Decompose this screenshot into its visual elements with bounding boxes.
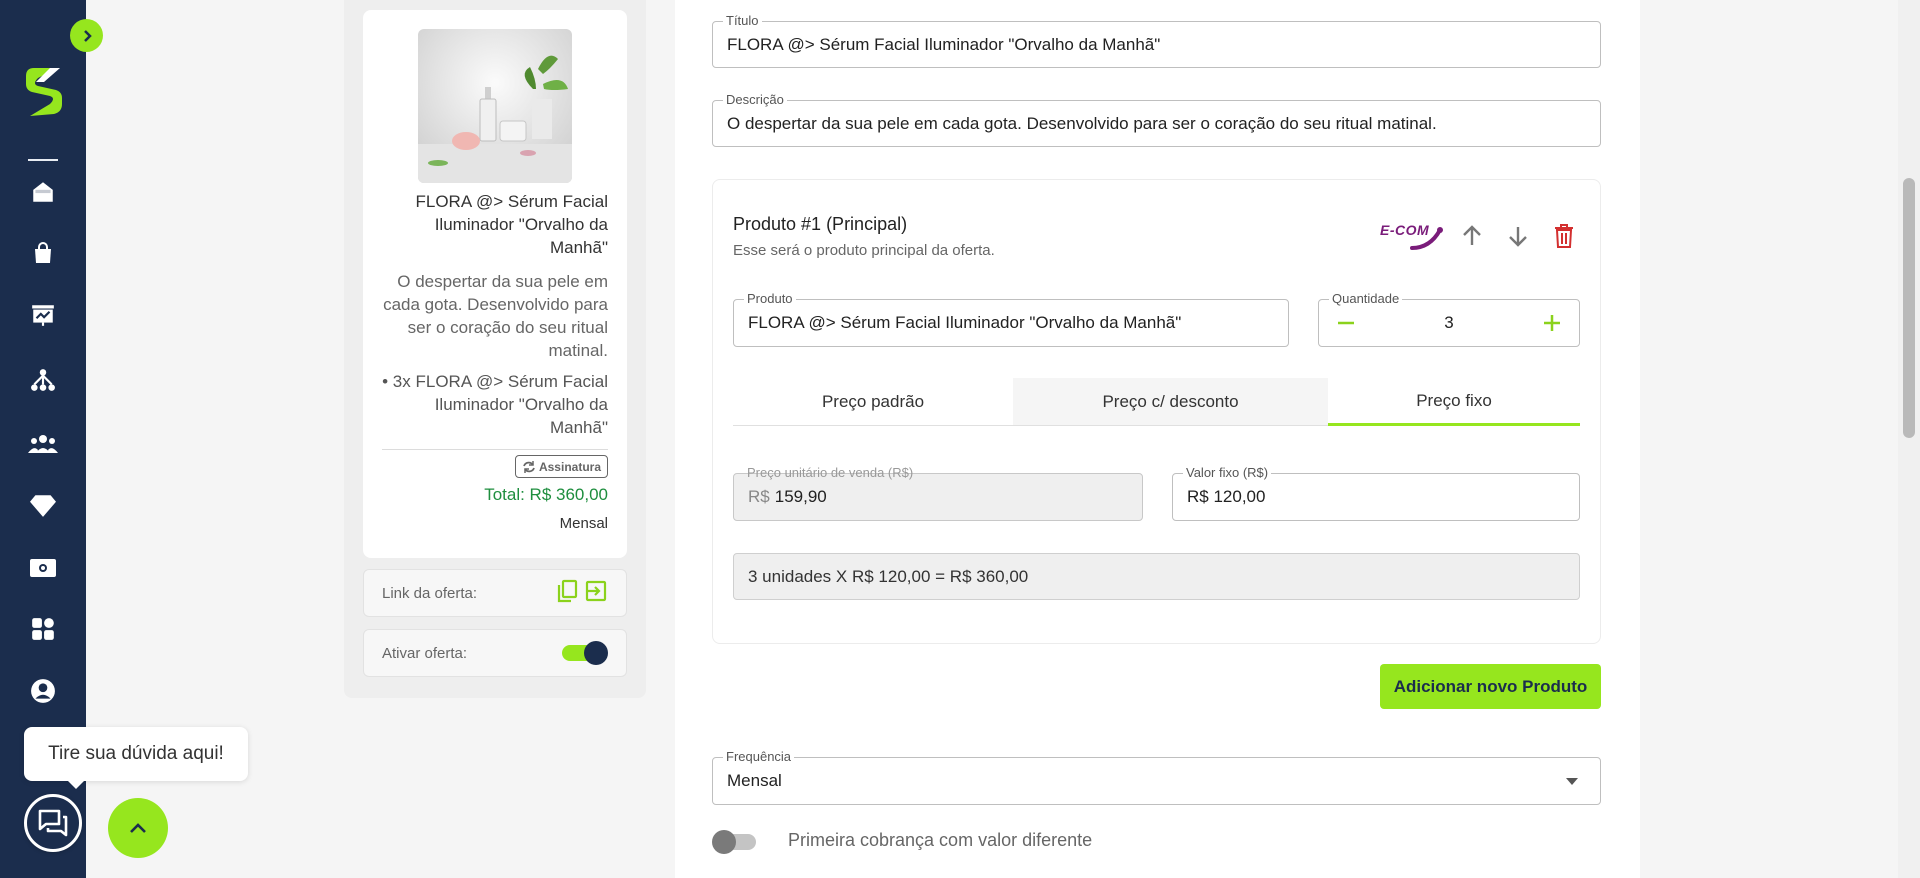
preview-items: • 3x FLORA @> Sérum Facial Iluminador "O…	[382, 372, 608, 437]
sidebar-item-dashboard[interactable]	[25, 297, 61, 333]
price-summary: 3 unidades X R$ 120,00 = R$ 360,00	[733, 553, 1580, 600]
page-scrollbar[interactable]	[1898, 0, 1920, 878]
subscription-badge-label: Assinatura	[538, 459, 601, 474]
sidebar-item-home[interactable]	[25, 174, 61, 210]
move-down-button[interactable]	[1502, 220, 1534, 252]
sidebar-expand-button[interactable]	[70, 19, 103, 52]
preview-title: FLORA @> Sérum Facial Iluminador "Orvalh…	[415, 192, 608, 257]
dropdown-arrow-icon	[1566, 778, 1578, 785]
unit-price-value: 159,90	[774, 487, 827, 506]
trash-icon	[1555, 224, 1573, 248]
sidebar-item-users[interactable]	[25, 425, 61, 461]
product-image	[418, 29, 572, 183]
frequency-value: Mensal	[727, 771, 782, 790]
preview-divider	[382, 449, 608, 450]
price-type-tabs: Preço padrão Preço c/ desconto Preço fix…	[733, 378, 1580, 426]
quantity-stepper: Quantidade 3	[1318, 291, 1580, 347]
open-external-icon	[585, 580, 607, 602]
ecom-logo: E-COM	[1380, 220, 1443, 252]
activate-offer-label: Ativar oferta:	[382, 644, 468, 662]
scrollbar-thumb[interactable]	[1903, 178, 1915, 438]
copy-link-button[interactable]	[556, 579, 578, 607]
chat-icon	[38, 809, 68, 837]
sidebar-item-network[interactable]	[25, 362, 61, 398]
fixed-value-field[interactable]: Valor fixo (R$) R$ 120,00	[1172, 465, 1580, 521]
add-product-button[interactable]: Adicionar novo Produto	[1380, 664, 1601, 709]
chevron-right-icon	[83, 29, 92, 42]
offer-link-row: Link da oferta:	[363, 569, 627, 617]
unit-price-field: Preço unitário de venda (R$) R$ 159,90	[733, 465, 1143, 521]
quantity-increase-button[interactable]	[1539, 310, 1565, 336]
sidebar-divider	[28, 159, 58, 161]
brand-logo	[26, 68, 62, 116]
sidebar-item-apps[interactable]	[25, 611, 61, 647]
first-charge-toggle[interactable]	[712, 830, 758, 854]
sidebar-item-account[interactable]	[25, 673, 61, 709]
product-subheading: Esse será o produto principal da oferta.	[733, 242, 995, 259]
offer-preview-panel: FLORA @> Sérum Facial Iluminador "Orvalh…	[344, 0, 646, 698]
help-tooltip: Tire sua dúvida aqui!	[24, 727, 248, 789]
home-icon	[33, 182, 53, 202]
scroll-to-top-button[interactable]	[108, 798, 168, 858]
dashboard-chart-icon	[32, 305, 54, 326]
tab-discount-price[interactable]: Preço c/ desconto	[1013, 378, 1328, 425]
offer-form: Título FLORA @> Sérum Facial Iluminador …	[675, 0, 1640, 878]
shopping-bag-icon	[35, 242, 51, 263]
title-field-value: FLORA @> Sérum Facial Iluminador "Orvalh…	[727, 34, 1161, 54]
activate-offer-toggle[interactable]	[562, 641, 608, 665]
title-field[interactable]: Título FLORA @> Sérum Facial Iluminador …	[712, 13, 1601, 68]
preview-frequency: Mensal	[559, 515, 608, 532]
tab-fixed-price[interactable]: Preço fixo	[1328, 378, 1580, 426]
chevron-up-icon	[130, 823, 146, 833]
move-up-button[interactable]	[1456, 220, 1488, 252]
network-icon	[31, 369, 55, 391]
apps-icon	[32, 618, 54, 640]
product-select-value: FLORA @> Sérum Facial Iluminador "Orvalh…	[748, 313, 1182, 332]
arrow-up-icon	[1463, 225, 1481, 245]
open-link-button[interactable]	[584, 579, 608, 607]
description-field-value: O despertar da sua pele em cada gota. De…	[727, 113, 1437, 133]
sidebar-item-plans[interactable]	[25, 487, 61, 523]
users-icon	[28, 435, 58, 453]
unit-price-value-wrap: R$ 159,90	[748, 474, 827, 520]
description-field[interactable]: Descrição O despertar da sua pele em cad…	[712, 92, 1601, 147]
subscription-badge: Assinatura	[514, 455, 608, 478]
tab-standard-price[interactable]: Preço padrão	[733, 378, 1013, 425]
product-card: Produto #1 (Principal) Esse será o produ…	[712, 179, 1601, 644]
product-actions: E-COM	[1380, 220, 1580, 252]
sidebar-item-products[interactable]	[25, 235, 61, 271]
diamond-icon	[30, 495, 56, 517]
delete-product-button[interactable]	[1548, 220, 1580, 252]
unit-price-prefix: R$	[748, 487, 770, 506]
sidebar-item-finance[interactable]	[25, 550, 61, 586]
product-heading: Produto #1 (Principal)	[733, 214, 908, 234]
fixed-value-value: R$ 120,00	[1187, 487, 1266, 506]
product-select-field[interactable]: Produto FLORA @> Sérum Facial Iluminador…	[733, 291, 1289, 347]
plus-icon	[1544, 315, 1560, 331]
sync-icon	[523, 460, 535, 473]
quantity-decrease-button[interactable]	[1333, 310, 1359, 336]
toggle-knob	[712, 830, 736, 854]
chat-button[interactable]	[24, 794, 82, 852]
account-icon	[31, 679, 55, 703]
offer-preview-card: FLORA @> Sérum Facial Iluminador "Orvalh…	[363, 10, 627, 558]
copy-icon	[557, 579, 578, 603]
preview-total: Total: R$ 360,00	[484, 485, 608, 504]
first-charge-label: Primeira cobrança com valor diferente	[788, 830, 1093, 850]
preview-description: O despertar da sua pele em cada gota. De…	[383, 272, 608, 360]
minus-icon	[1338, 321, 1354, 325]
money-icon	[30, 559, 56, 577]
activate-offer-row: Ativar oferta:	[363, 629, 627, 677]
toggle-knob	[584, 641, 608, 665]
frequency-select[interactable]: Frequência Mensal	[712, 749, 1601, 805]
offer-link-label: Link da oferta:	[382, 584, 478, 602]
arrow-down-icon	[1509, 227, 1527, 247]
